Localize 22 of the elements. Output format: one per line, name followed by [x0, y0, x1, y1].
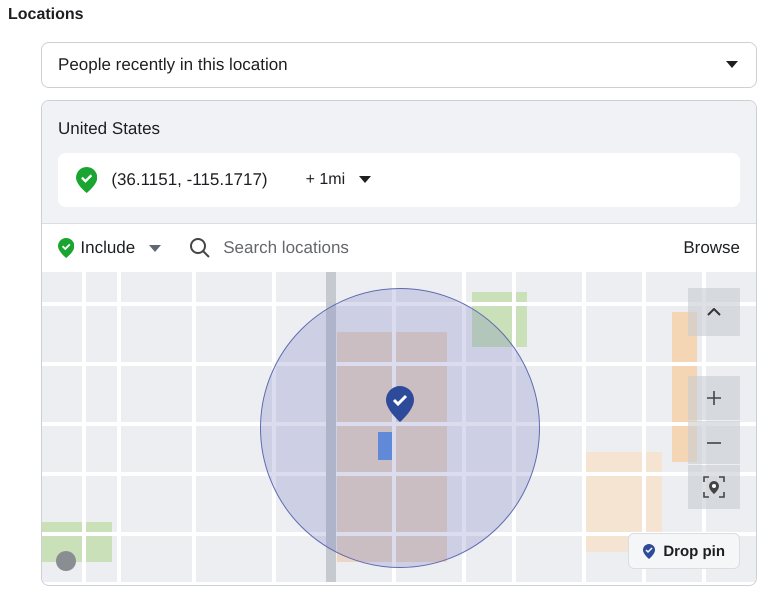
- section-title: Locations: [8, 6, 84, 24]
- caret-icon: [149, 245, 162, 253]
- minus-icon: [706, 440, 722, 444]
- check-pin-icon: [58, 238, 74, 258]
- pin-icon: [643, 544, 656, 558]
- drop-pin-button[interactable]: Drop pin: [628, 533, 740, 569]
- check-pin-icon: [76, 167, 98, 193]
- plus-icon: [706, 390, 722, 406]
- caret-icon: [726, 61, 738, 69]
- radius-dropdown[interactable]: + 1mi: [306, 171, 346, 189]
- coordinates-text: (36.1151, -115.1717): [111, 170, 268, 190]
- zoom-in-button[interactable]: [688, 376, 740, 420]
- chevron-up-icon: [707, 308, 721, 316]
- location-pin-icon: [386, 386, 414, 422]
- locate-button[interactable]: [688, 465, 740, 509]
- country-label: United States: [58, 119, 162, 139]
- audience-dropdown[interactable]: People recently in this location: [41, 42, 757, 88]
- caret-icon: [359, 176, 372, 184]
- browse-button[interactable]: Browse: [683, 238, 740, 258]
- locate-icon: [703, 476, 725, 498]
- search-icon: [189, 237, 212, 259]
- include-dropdown[interactable]: Include: [58, 238, 162, 258]
